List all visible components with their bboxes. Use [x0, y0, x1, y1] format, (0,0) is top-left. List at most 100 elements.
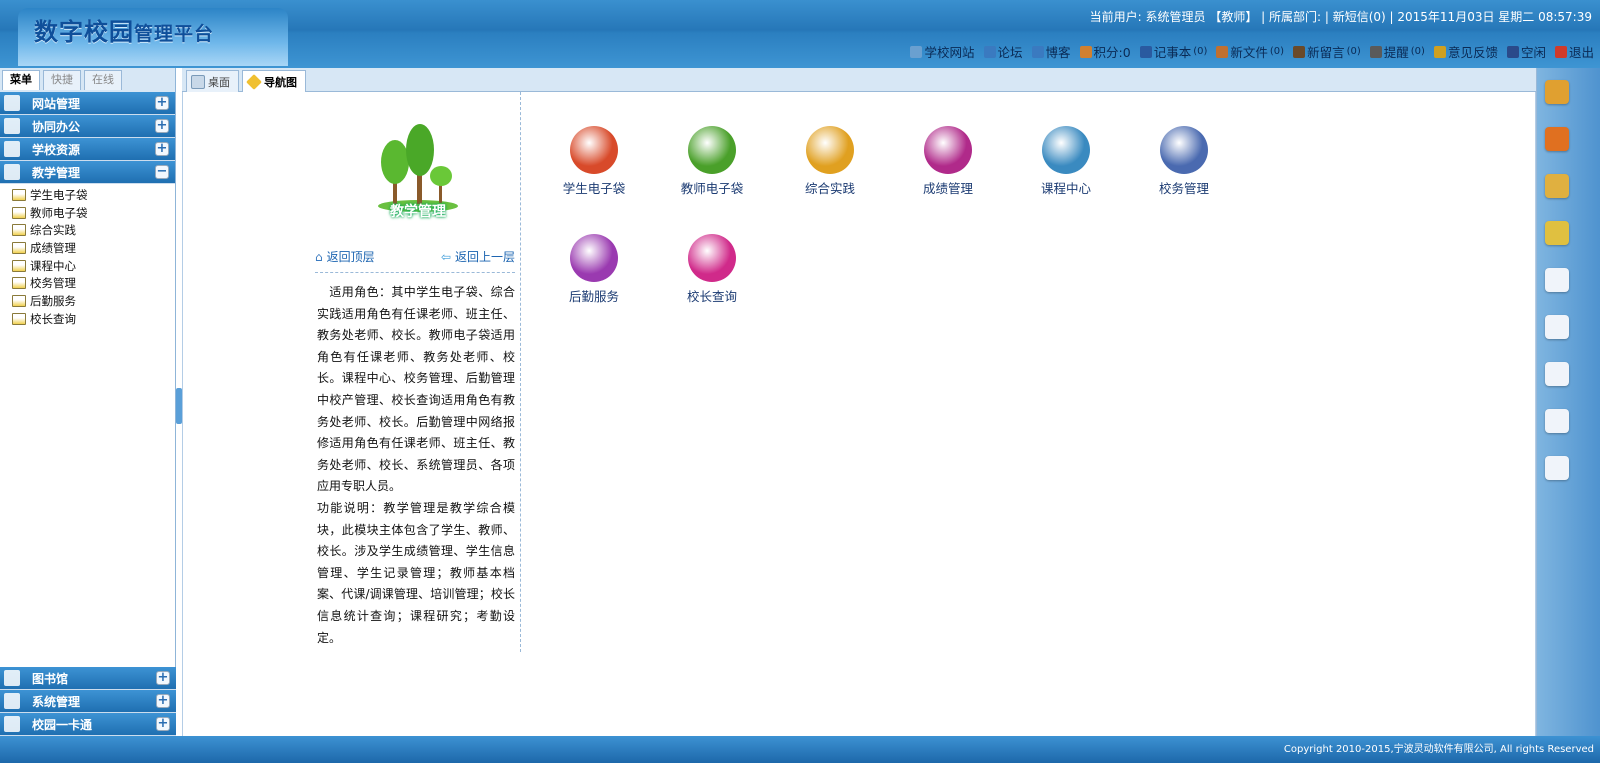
toolbar-item-label: 记事本	[1153, 45, 1192, 60]
expand-icon[interactable]: +	[156, 717, 170, 731]
toolbar-item-label: 空闲	[1520, 45, 1546, 60]
sidebar-item-label: 校务管理	[30, 276, 76, 291]
folder-icon	[12, 312, 26, 325]
app-tile[interactable]: 学生电子袋	[535, 126, 653, 222]
sidebar-item-label: 成绩管理	[30, 240, 76, 255]
expand-icon[interactable]: +	[156, 671, 170, 685]
app-tile[interactable]: 后勤服务	[535, 234, 653, 330]
sidebar-category[interactable]: 图书馆 +	[0, 667, 176, 690]
toolbar-item-label: 学校网站	[924, 45, 975, 60]
sidebar-item[interactable]: 校长查询	[12, 310, 175, 328]
sidebar-category[interactable]: 系统管理 +	[0, 690, 176, 713]
books-icon	[1160, 126, 1208, 174]
toolbar-item[interactable]: 新文件 (0)	[1216, 42, 1284, 61]
logo-sub-text: 管理平台	[134, 23, 215, 45]
toolbar-item[interactable]: 意见反馈	[1433, 42, 1498, 61]
tab-desktop-label: 桌面	[208, 75, 230, 89]
sidebar-tab-menu[interactable]: 菜单	[2, 70, 40, 90]
sidebar-item[interactable]: 课程中心	[12, 257, 175, 275]
left-sidebar: 菜单 快捷 在线 网站管理 + 协同办公 + 学校资源 + 教学管理 − 学生电子袋教师电子袋…	[0, 68, 176, 736]
tab-desktop[interactable]: 桌面	[186, 70, 239, 92]
toolbar-item-count: (0)	[1193, 46, 1208, 57]
category-icon	[4, 95, 20, 111]
settings-icon[interactable]	[1545, 456, 1569, 480]
toolbar-item[interactable]: 空闲	[1506, 42, 1546, 61]
toolbar-item[interactable]: 博客	[1031, 42, 1071, 61]
feedback-icon	[1433, 45, 1446, 58]
toolbar-item[interactable]: 积分:0	[1079, 42, 1131, 61]
collapse-icon[interactable]: −	[155, 165, 169, 179]
monitor-icon	[910, 45, 923, 58]
navigation-icon	[246, 73, 262, 90]
toolbar-item[interactable]: 退出	[1554, 42, 1594, 61]
toolbar-item[interactable]: 论坛	[983, 42, 1023, 61]
footer: Copyright 2010-2015,宁波灵动软件有限公司, All righ…	[0, 736, 1600, 763]
app-tile[interactable]: 校长查询	[653, 234, 771, 330]
user-status-bar: 当前用户: 系统管理员 【教师】 | 所属部门: | 新短信(0) | 2015…	[1089, 10, 1592, 24]
expand-icon[interactable]: +	[156, 694, 170, 708]
app-tile[interactable]: 校务管理	[1125, 126, 1243, 222]
document-icon[interactable]	[1545, 315, 1569, 339]
toolbar-item-count: (0)	[1346, 46, 1361, 57]
eraser-icon[interactable]	[1545, 127, 1569, 151]
sidebar-tab-shortcut[interactable]: 快捷	[43, 70, 81, 90]
folder-icon	[12, 294, 26, 307]
sidebar-category-label: 教学管理	[32, 165, 81, 180]
sidebar-category[interactable]: 校园一卡通 +	[0, 713, 176, 736]
sidebar-item[interactable]: 后勤服务	[12, 292, 175, 310]
sidebar-item[interactable]: 综合实践	[12, 221, 175, 239]
sidebar-item[interactable]: 校务管理	[12, 274, 175, 292]
sidebar-category-label: 协同办公	[32, 119, 81, 134]
sidebar-category-label: 学校资源	[32, 142, 81, 157]
toolbar-item[interactable]: 学校网站	[910, 42, 975, 61]
sidebar-item[interactable]: 教师电子袋	[12, 204, 175, 222]
category-icon	[4, 716, 20, 732]
chart-icon	[1079, 45, 1092, 58]
category-icon	[4, 693, 20, 709]
content-tabbar: 桌面 导航图	[182, 68, 1536, 92]
sidebar-category[interactable]: 网站管理 +	[0, 92, 175, 115]
toolbar-item[interactable]: 新留言 (0)	[1293, 42, 1361, 61]
sidebar-item-label: 后勤服务	[30, 293, 76, 308]
app-tile[interactable]: 课程中心	[1007, 126, 1125, 222]
toolbar-item[interactable]: 提醒 (0)	[1369, 42, 1425, 61]
app-tile[interactable]: 教师电子袋	[653, 126, 771, 222]
expand-icon[interactable]: +	[155, 142, 169, 156]
sidebar-item[interactable]: 成绩管理	[12, 239, 175, 257]
user-icon[interactable]	[1545, 268, 1569, 292]
toolbar-item[interactable]: 记事本 (0)	[1139, 42, 1208, 61]
category-icon	[4, 670, 20, 686]
folder-icon	[12, 224, 26, 237]
key-icon[interactable]	[1545, 221, 1569, 245]
download-icon[interactable]	[1545, 362, 1569, 386]
back-up-link[interactable]: ⇦ 返回上一层	[441, 248, 515, 265]
app-tile[interactable]: 综合实践	[771, 126, 889, 222]
app-tile-label: 教师电子袋	[680, 181, 744, 196]
tab-navigation[interactable]: 导航图	[242, 70, 306, 92]
expand-icon[interactable]: +	[155, 96, 169, 110]
printer-icon[interactable]	[1545, 409, 1569, 433]
sidebar-tab-online[interactable]: 在线	[84, 70, 122, 90]
expand-icon[interactable]: +	[155, 119, 169, 133]
app-tile[interactable]: 成绩管理	[889, 126, 1007, 222]
sidebar-category[interactable]: 教学管理 −	[0, 161, 175, 184]
main-content: 教学管理 ⌂ 返回顶层 ⇦ 返回上一层 适用角色：其中学生电子袋、综合实践适用角…	[182, 92, 1536, 736]
sidebar-category[interactable]: 协同办公 +	[0, 115, 175, 138]
toolbar-item-count: (0)	[1269, 46, 1285, 57]
back-to-top-label: 返回顶层	[326, 250, 375, 264]
books-icon[interactable]	[1545, 80, 1569, 104]
top-header: 数字校园管理平台 当前用户: 系统管理员 【教师】 | 所属部门: | 新短信(…	[0, 0, 1600, 68]
category-icon	[4, 118, 20, 134]
toolbar-item-count: (0)	[1410, 46, 1425, 57]
pencil-icon[interactable]	[1545, 174, 1569, 198]
module-title: 教学管理	[390, 204, 446, 220]
sidebar-category[interactable]: 学校资源 +	[0, 138, 175, 161]
folder-icon	[12, 277, 26, 290]
teacher-bag-icon	[688, 126, 736, 174]
sidebar-item[interactable]: 学生电子袋	[12, 186, 175, 204]
sidebar-item-label: 综合实践	[30, 223, 76, 238]
sidebar-item-label: 学生电子袋	[30, 187, 88, 202]
back-to-top-link[interactable]: ⌂ 返回顶层	[315, 248, 375, 265]
toolbar-item-label: 意见反馈	[1447, 45, 1498, 60]
globe-icon	[806, 126, 854, 174]
